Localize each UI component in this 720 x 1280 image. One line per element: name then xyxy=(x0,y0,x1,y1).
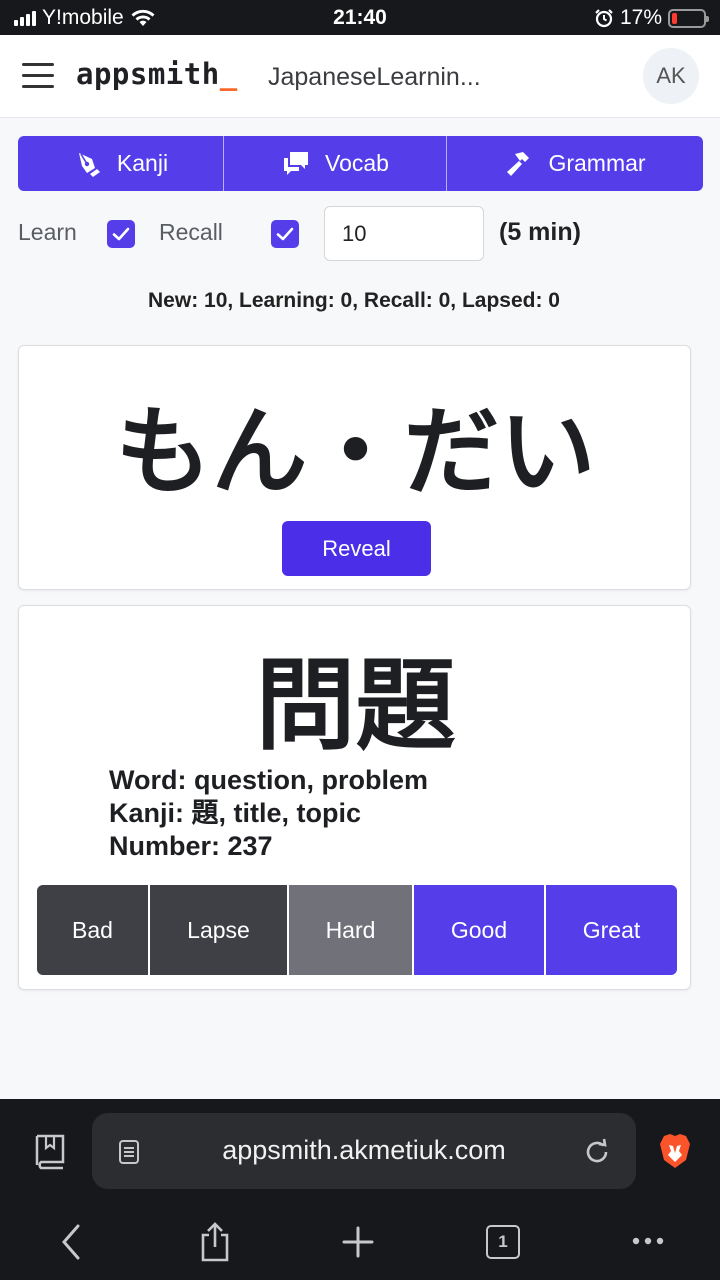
bad-button[interactable]: Bad xyxy=(37,885,150,975)
menu-icon[interactable] xyxy=(22,63,54,89)
lapse-button[interactable]: Lapse xyxy=(150,885,289,975)
new-tab-icon[interactable] xyxy=(340,1224,376,1260)
check-icon xyxy=(276,227,294,241)
brave-icon[interactable] xyxy=(658,1132,692,1170)
tab-vocab[interactable]: Vocab xyxy=(224,136,447,191)
address-bar[interactable]: appsmith.akmetiuk.com xyxy=(92,1113,636,1189)
tab-kanji-label: Kanji xyxy=(116,150,169,176)
appsmith-logo[interactable]: appsmith_ xyxy=(76,57,238,91)
tab-kanji[interactable]: Kanji xyxy=(18,136,224,191)
reload-icon[interactable] xyxy=(582,1137,612,1167)
recall-label: Recall xyxy=(159,219,223,245)
word-line: Word: question, problem xyxy=(109,765,428,795)
logo-text: appsmith xyxy=(76,57,220,91)
number-line: Number: 237 xyxy=(109,831,273,861)
share-icon[interactable] xyxy=(197,1221,233,1263)
chat-icon xyxy=(284,151,309,175)
tab-grammar-label: Grammar xyxy=(548,150,646,176)
back-icon[interactable] xyxy=(58,1223,84,1261)
kanji-text: 問題 xyxy=(255,647,456,764)
learn-checkbox[interactable] xyxy=(107,220,135,248)
reveal-button[interactable]: Reveal xyxy=(282,521,431,576)
status-bar: Y!mobile 21:40 17% xyxy=(0,0,720,35)
battery-percent: 17% xyxy=(619,6,662,29)
app-title[interactable]: JapaneseLearnin... xyxy=(268,63,481,92)
hard-button[interactable]: Hard xyxy=(289,885,414,975)
browser-toolbar: appsmith.akmetiuk.com 1 xyxy=(0,1099,720,1280)
hammer-icon xyxy=(507,151,530,176)
avatar[interactable]: AK xyxy=(643,48,699,104)
tab-count: 1 xyxy=(498,1232,508,1251)
battery-fill xyxy=(672,12,677,24)
app-header: appsmith_ JapaneseLearnin... AK xyxy=(0,35,720,118)
check-icon xyxy=(112,227,130,241)
stats-summary: New: 10, Learning: 0, Recall: 0, Lapsed:… xyxy=(148,289,560,312)
alarm-icon xyxy=(595,9,613,28)
duration-label: (5 min) xyxy=(499,218,581,246)
reading-text: もん・だい xyxy=(115,396,596,508)
answer-details: Word: question, problem Kanji: 題, title,… xyxy=(109,764,428,863)
battery-icon xyxy=(668,8,709,28)
great-button[interactable]: Great xyxy=(546,885,677,975)
flashcard-question: もん・だい Reveal xyxy=(18,345,691,590)
good-button[interactable]: Good xyxy=(414,885,546,975)
rating-buttons: Bad Lapse Hard Good Great xyxy=(37,885,677,975)
learn-label: Learn xyxy=(18,219,77,245)
more-icon[interactable] xyxy=(630,1233,666,1249)
bookmarks-icon[interactable] xyxy=(32,1132,68,1170)
brush-icon xyxy=(78,152,100,177)
card-count-input[interactable] xyxy=(324,206,484,261)
flashcard-answer: 問題 Word: question, problem Kanji: 題, tit… xyxy=(18,605,691,990)
status-right: 17% xyxy=(594,6,709,30)
tab-grammar[interactable]: Grammar xyxy=(447,136,703,191)
logo-cursor: _ xyxy=(219,57,238,91)
recall-checkbox[interactable] xyxy=(271,220,299,248)
url-text[interactable]: appsmith.akmetiuk.com xyxy=(92,1135,636,1166)
category-tabs: Kanji Vocab Grammar xyxy=(18,136,703,191)
tab-count-icon[interactable]: 1 xyxy=(486,1225,520,1259)
kanji-line: Kanji: 題, title, topic xyxy=(109,798,362,828)
tab-vocab-label: Vocab xyxy=(325,150,389,176)
